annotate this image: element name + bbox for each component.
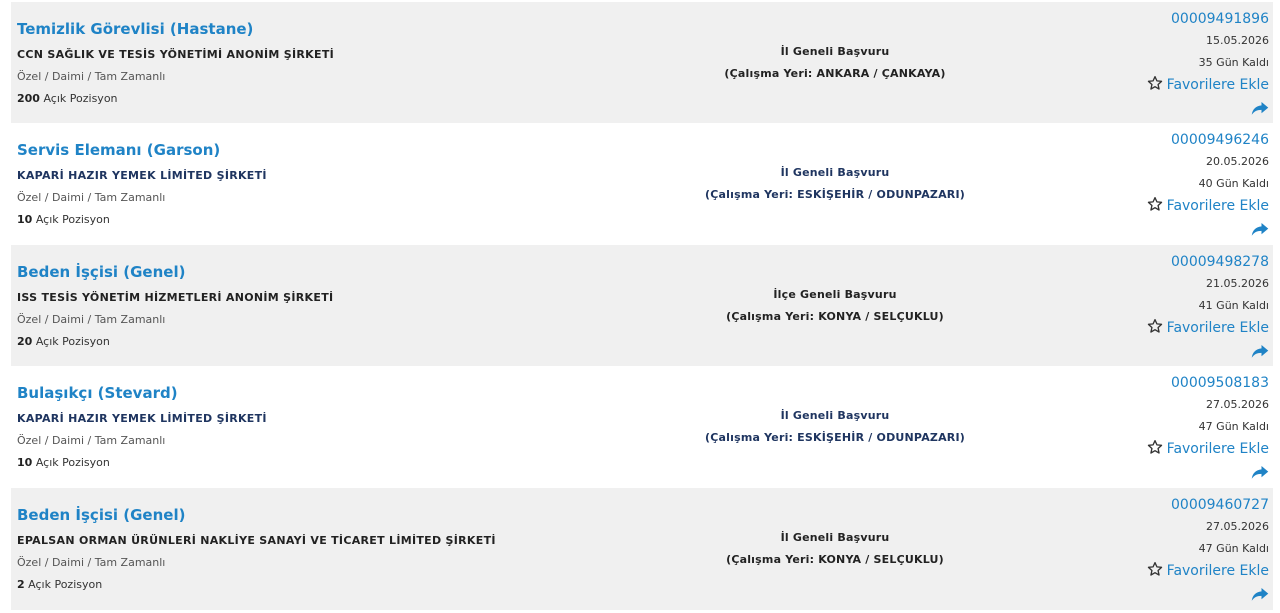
company-name: KAPARİ HAZIR YEMEK LİMİTED ŞİRKETİ <box>17 169 267 182</box>
open-positions-label: Açık Pozisyon <box>35 213 110 226</box>
company-name: ISS TESİS YÖNETİM HİZMETLERİ ANONİM ŞİRK… <box>17 291 334 304</box>
open-positions-count: 2 <box>17 578 25 591</box>
job-card: Temizlik Görevlisi (Hastane) CCN SAĞLIK … <box>11 2 1273 124</box>
open-positions: 2 Açık Pozisyon <box>17 578 102 591</box>
listing-number-link[interactable]: 00009498278 <box>1089 251 1269 273</box>
listing-number-link[interactable]: 00009496246 <box>1089 129 1269 151</box>
add-to-favorites-button[interactable]: Favorilere Ekle <box>1089 560 1269 582</box>
share-button[interactable] <box>1089 96 1269 118</box>
favorites-label: Favorilere Ekle <box>1166 441 1269 457</box>
company-name: EPALSAN ORMAN ÜRÜNLERİ NAKLİYE SANAYİ VE… <box>17 534 496 547</box>
star-outline-icon <box>1147 75 1163 98</box>
job-listing-list: Temizlik Görevlisi (Hastane) CCN SAĞLIK … <box>0 0 1280 613</box>
favorites-label: Favorilere Ekle <box>1166 198 1269 214</box>
company-name: KAPARİ HAZIR YEMEK LİMİTED ŞİRKETİ <box>17 412 267 425</box>
company-name: CCN SAĞLIK VE TESİS YÖNETİMİ ANONİM ŞİRK… <box>17 48 335 61</box>
open-positions-label: Açık Pozisyon <box>35 456 110 469</box>
job-card: Servis Elemanı (Garson) KAPARİ HAZIR YEM… <box>11 123 1273 245</box>
listing-number-link[interactable]: 00009508183 <box>1089 372 1269 394</box>
days-remaining: 41 Gün Kaldı <box>1198 299 1269 312</box>
job-meta: 00009460727 27.05.2026 47 Gün Kaldı Favo… <box>1089 494 1269 604</box>
application-scope: İl Geneli Başvuru <box>780 409 890 422</box>
open-positions: 20 Açık Pozisyon <box>17 335 110 348</box>
open-positions-count: 10 <box>17 213 33 226</box>
deadline-date: 21.05.2026 <box>1206 277 1269 290</box>
job-title-link[interactable]: Bulaşıkçı (Stevard) <box>17 384 178 402</box>
job-title-link[interactable]: Beden İşçisi (Genel) <box>17 263 185 281</box>
job-meta: 00009508183 27.05.2026 47 Gün Kaldı Favo… <box>1089 372 1269 482</box>
star-outline-icon <box>1147 318 1163 341</box>
employment-type: Özel / Daimi / Tam Zamanlı <box>17 556 166 569</box>
application-scope: İlçe Geneli Başvuru <box>773 288 897 301</box>
add-to-favorites-button[interactable]: Favorilere Ekle <box>1089 317 1269 339</box>
share-button[interactable] <box>1089 339 1269 361</box>
job-meta: 00009491896 15.05.2026 35 Gün Kaldı Favo… <box>1089 8 1269 118</box>
open-positions-count: 20 <box>17 335 33 348</box>
days-remaining: 40 Gün Kaldı <box>1198 177 1269 190</box>
open-positions-label: Açık Pozisyon <box>43 92 118 105</box>
open-positions-count: 200 <box>17 92 40 105</box>
share-arrow-icon <box>1251 340 1269 359</box>
employment-type: Özel / Daimi / Tam Zamanlı <box>17 70 166 83</box>
application-scope: İl Geneli Başvuru <box>780 531 890 544</box>
favorites-label: Favorilere Ekle <box>1166 320 1269 336</box>
deadline-date: 15.05.2026 <box>1206 34 1269 47</box>
favorites-label: Favorilere Ekle <box>1166 77 1269 93</box>
employment-type: Özel / Daimi / Tam Zamanlı <box>17 434 166 447</box>
listing-number-link[interactable]: 00009491896 <box>1089 8 1269 30</box>
add-to-favorites-button[interactable]: Favorilere Ekle <box>1089 195 1269 217</box>
share-button[interactable] <box>1089 460 1269 482</box>
listing-number-link[interactable]: 00009460727 <box>1089 494 1269 516</box>
open-positions-label: Açık Pozisyon <box>35 335 110 348</box>
star-outline-icon <box>1147 561 1163 584</box>
job-title-link[interactable]: Servis Elemanı (Garson) <box>17 141 220 159</box>
application-scope: İl Geneli Başvuru <box>780 45 890 58</box>
share-arrow-icon <box>1251 97 1269 116</box>
share-button[interactable] <box>1089 582 1269 604</box>
deadline-date: 27.05.2026 <box>1206 398 1269 411</box>
days-remaining: 47 Gün Kaldı <box>1198 542 1269 555</box>
star-outline-icon <box>1147 196 1163 219</box>
job-card: Bulaşıkçı (Stevard) KAPARİ HAZIR YEMEK L… <box>11 366 1273 488</box>
deadline-date: 27.05.2026 <box>1206 520 1269 533</box>
workplace-location: (Çalışma Yeri: ANKARA / ÇANKAYA) <box>724 67 946 80</box>
days-remaining: 35 Gün Kaldı <box>1198 56 1269 69</box>
share-arrow-icon <box>1251 461 1269 480</box>
deadline-date: 20.05.2026 <box>1206 155 1269 168</box>
star-outline-icon <box>1147 439 1163 462</box>
employment-type: Özel / Daimi / Tam Zamanlı <box>17 313 166 326</box>
workplace-location: (Çalışma Yeri: ESKİŞEHİR / ODUNPAZARI) <box>705 431 965 444</box>
workplace-location: (Çalışma Yeri: ESKİŞEHİR / ODUNPAZARI) <box>705 188 965 201</box>
add-to-favorites-button[interactable]: Favorilere Ekle <box>1089 438 1269 460</box>
open-positions-count: 10 <box>17 456 33 469</box>
job-title-link[interactable]: Temizlik Görevlisi (Hastane) <box>17 20 253 38</box>
days-remaining: 47 Gün Kaldı <box>1198 420 1269 433</box>
job-card: Beden İşçisi (Genel) EPALSAN ORMAN ÜRÜNL… <box>11 488 1273 610</box>
open-positions: 10 Açık Pozisyon <box>17 213 110 226</box>
job-meta: 00009498278 21.05.2026 41 Gün Kaldı Favo… <box>1089 251 1269 361</box>
add-to-favorites-button[interactable]: Favorilere Ekle <box>1089 74 1269 96</box>
open-positions-label: Açık Pozisyon <box>28 578 103 591</box>
share-arrow-icon <box>1251 218 1269 237</box>
share-arrow-icon <box>1251 583 1269 602</box>
share-button[interactable] <box>1089 217 1269 239</box>
workplace-location: (Çalışma Yeri: KONYA / SELÇUKLU) <box>726 310 944 323</box>
favorites-label: Favorilere Ekle <box>1166 563 1269 579</box>
job-meta: 00009496246 20.05.2026 40 Gün Kaldı Favo… <box>1089 129 1269 239</box>
application-scope: İl Geneli Başvuru <box>780 166 890 179</box>
open-positions: 10 Açık Pozisyon <box>17 456 110 469</box>
job-card: Beden İşçisi (Genel) ISS TESİS YÖNETİM H… <box>11 245 1273 367</box>
workplace-location: (Çalışma Yeri: KONYA / SELÇUKLU) <box>726 553 944 566</box>
open-positions: 200 Açık Pozisyon <box>17 92 118 105</box>
job-title-link[interactable]: Beden İşçisi (Genel) <box>17 506 185 524</box>
employment-type: Özel / Daimi / Tam Zamanlı <box>17 191 166 204</box>
